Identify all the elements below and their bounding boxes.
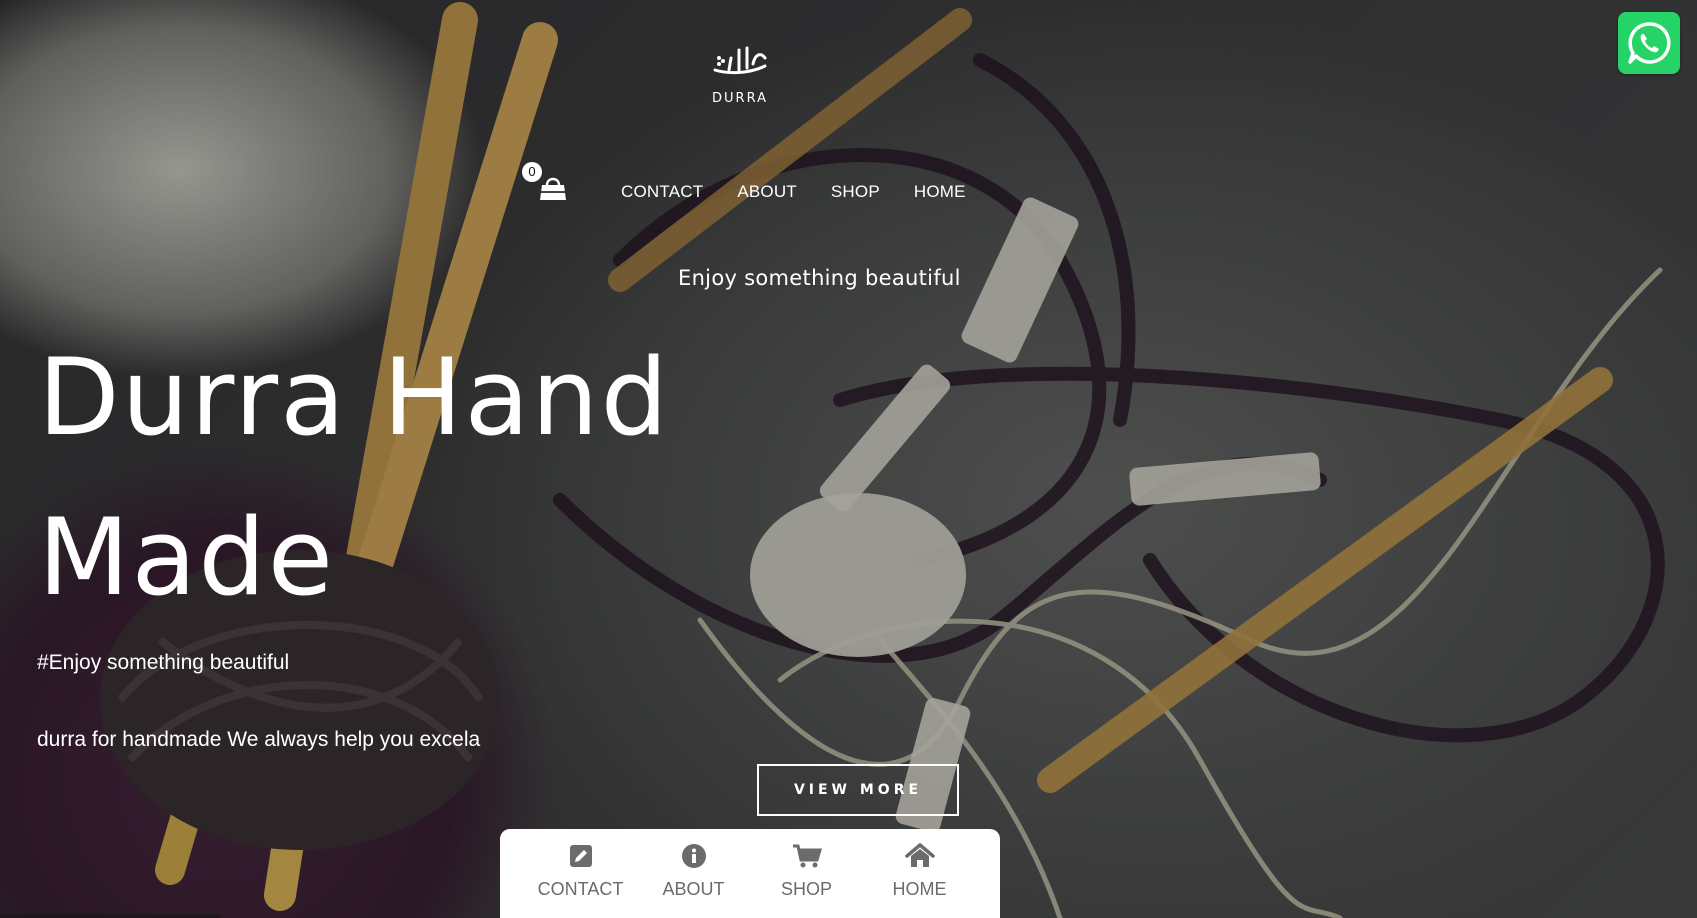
- nav-about[interactable]: ABOUT: [720, 178, 814, 206]
- cart-button[interactable]: 0: [520, 162, 570, 204]
- logo-wordmark: DURRA: [712, 91, 768, 106]
- tab-about-label: ABOUT: [662, 879, 725, 899]
- bottom-tab-bar: CONTACT ABOUT SHOP HOME: [500, 829, 1000, 918]
- brand-logo[interactable]: DURRA: [700, 44, 780, 106]
- view-more-button[interactable]: VIEW MORE: [757, 764, 959, 816]
- nav-shop[interactable]: SHOP: [814, 178, 897, 206]
- nav-home[interactable]: HOME: [897, 178, 983, 206]
- hero-description: durra for handmade We always help you ex…: [37, 728, 481, 751]
- tab-contact[interactable]: CONTACT: [526, 829, 636, 918]
- tab-home[interactable]: HOME: [865, 829, 975, 918]
- tab-home-label: HOME: [892, 879, 947, 899]
- whatsapp-icon: [1628, 22, 1671, 64]
- tab-shop[interactable]: SHOP: [752, 829, 862, 918]
- cart-icon: [792, 844, 822, 868]
- edit-icon: [569, 845, 592, 867]
- nav-contact[interactable]: CONTACT: [604, 178, 720, 206]
- home-icon: [904, 843, 935, 867]
- hero-tagline: Enjoy something beautiful: [678, 266, 961, 290]
- hero-hashtag: #Enjoy something beautiful: [37, 651, 290, 674]
- logo-calligraphy-icon: [713, 46, 767, 75]
- tab-contact-label: CONTACT: [537, 879, 624, 899]
- tab-shop-label: SHOP: [780, 879, 832, 899]
- hero-title-line-2: Made: [38, 496, 335, 619]
- whatsapp-button[interactable]: [1618, 12, 1680, 74]
- tab-about[interactable]: ABOUT: [639, 829, 749, 918]
- shopping-bag-icon: [540, 177, 566, 200]
- top-navigation: CONTACT ABOUT SHOP HOME: [604, 178, 983, 206]
- hero-title: Durra Hand Made: [38, 318, 670, 638]
- hero-title-line-1: Durra Hand: [38, 336, 670, 459]
- info-icon: [681, 844, 706, 868]
